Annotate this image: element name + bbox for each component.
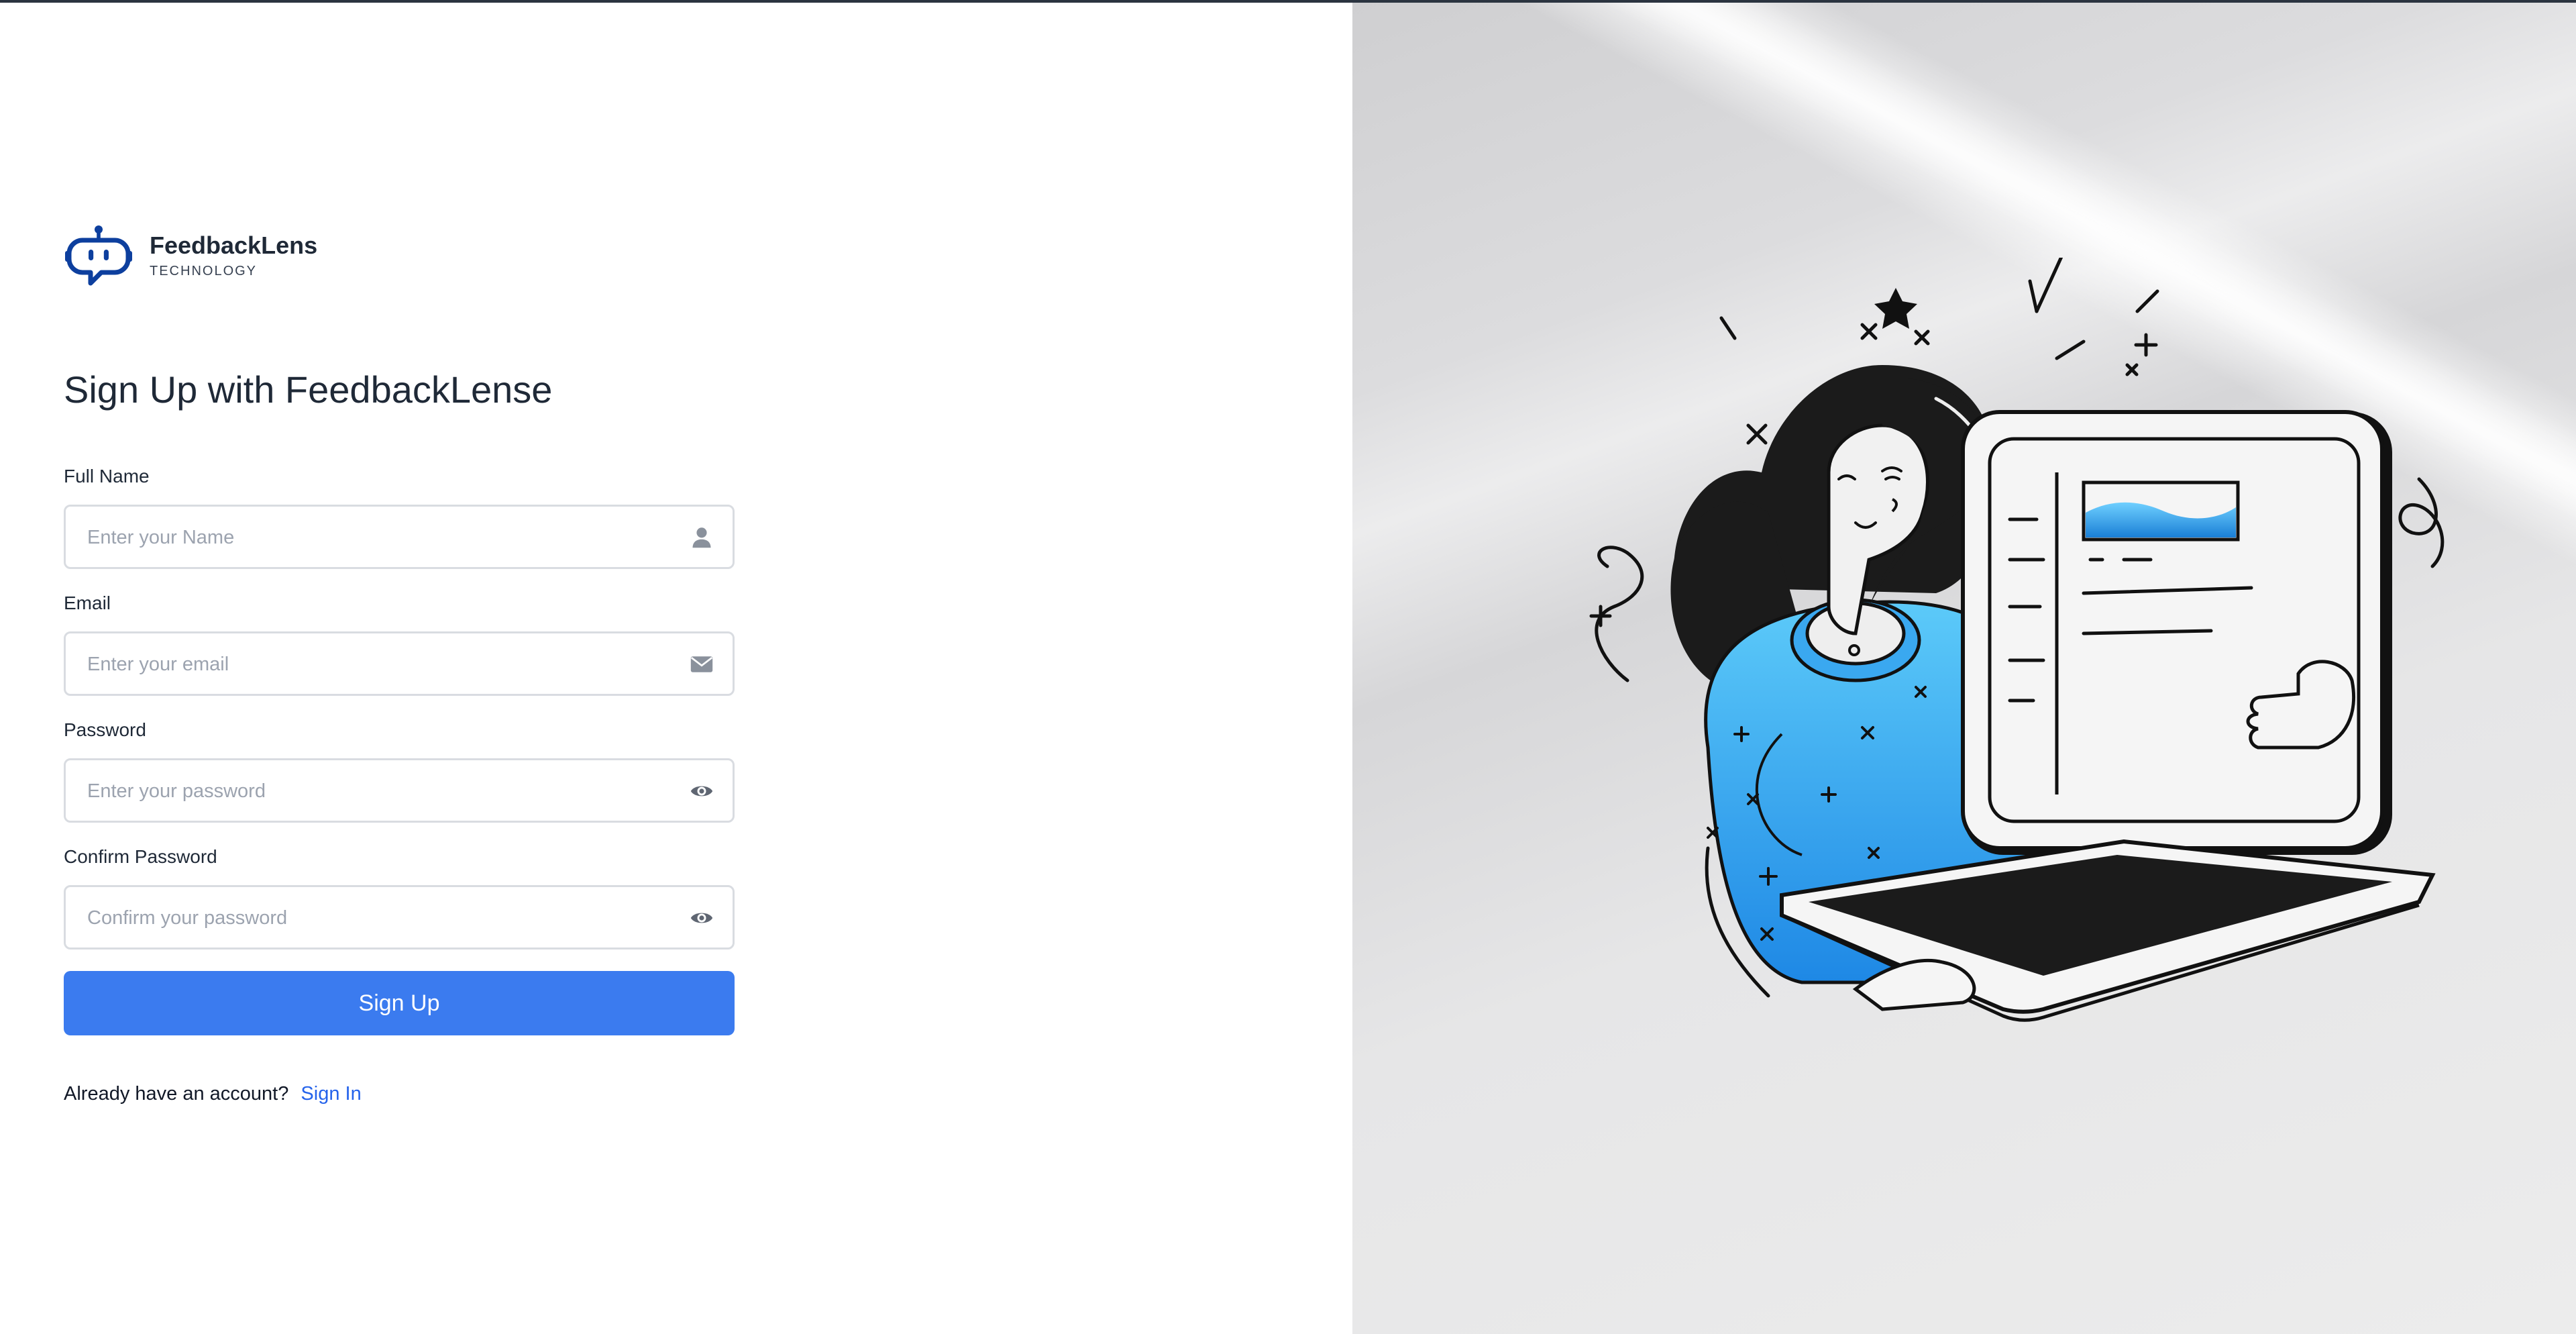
sign-in-prompt: Already have an account? Sign In (64, 1083, 362, 1105)
confirm-password-input[interactable] (86, 887, 665, 949)
password-input[interactable] (86, 760, 665, 822)
email-input[interactable] (86, 633, 665, 695)
sign-in-link[interactable]: Sign In (301, 1083, 361, 1105)
brand-name: FeedbackLens (150, 232, 318, 259)
eye-icon[interactable] (690, 779, 714, 803)
full-name-field[interactable] (64, 505, 735, 569)
brand-tagline: TECHNOLOGY (150, 264, 258, 278)
brand-logo[interactable]: FeedbackLens TECHNOLOGY (64, 224, 317, 289)
eye-icon[interactable] (690, 906, 714, 930)
confirm-password-field[interactable] (64, 885, 735, 950)
page-title: Sign Up with FeedbackLense (64, 368, 553, 411)
full-name-label: Full Name (64, 466, 150, 486)
robot-chat-icon (65, 225, 132, 286)
woman-with-laptop-illustration (1589, 258, 2445, 1022)
illustration-panel (1352, 3, 2576, 1334)
email-field[interactable] (64, 631, 735, 696)
envelope-icon (690, 656, 713, 672)
email-label: Email (64, 593, 111, 613)
user-icon (692, 527, 711, 548)
full-name-input[interactable] (86, 507, 665, 568)
sign-in-prompt-text: Already have an account? (64, 1083, 289, 1105)
password-label: Password (64, 719, 146, 740)
confirm-password-label: Confirm Password (64, 846, 217, 867)
password-field[interactable] (64, 758, 735, 823)
sign-up-button[interactable]: Sign Up (64, 971, 735, 1035)
